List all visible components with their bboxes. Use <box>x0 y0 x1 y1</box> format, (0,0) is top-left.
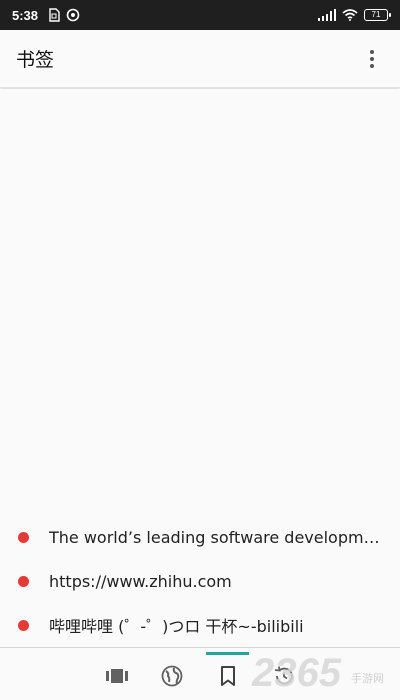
app-bar: 书签 <box>0 30 400 88</box>
bookmark-title: The world’s leading software developm… <box>49 527 380 547</box>
bookmark-icon[interactable] <box>216 664 240 688</box>
sync-icon <box>66 8 80 22</box>
bookmark-title: https://www.zhihu.com <box>49 571 232 591</box>
bookmark-dot <box>18 619 29 631</box>
battery-level: 71 <box>371 10 381 19</box>
bookmark-title: 哔哩哔哩 (゜-゜)つロ 干杯~-bilibili <box>49 617 304 636</box>
status-bar: 5:38 71 <box>0 0 400 30</box>
wifi-icon <box>342 9 358 21</box>
bookmark-item[interactable]: 哔哩哔哩 (゜-゜)つロ 干杯~-bilibili <box>0 603 400 647</box>
globe-icon[interactable] <box>160 664 184 688</box>
bookmark-dot <box>18 575 29 587</box>
sim-card-icon <box>49 8 60 22</box>
page-title: 书签 <box>16 49 55 71</box>
battery-icon: 71 <box>364 9 391 21</box>
status-system-icons: 71 <box>318 9 391 21</box>
signal-icon <box>318 9 336 21</box>
bookmark-list: The world’s leading software developm… h… <box>0 515 400 647</box>
status-notification-icons <box>48 8 80 22</box>
bottom-nav <box>0 647 400 700</box>
tabs-icon[interactable] <box>105 664 129 688</box>
bookmark-dot <box>18 531 29 543</box>
history-icon[interactable] <box>272 664 296 688</box>
more-vert-icon[interactable] <box>360 47 384 71</box>
status-time: 5:38 <box>12 7 39 23</box>
bookmark-content: The world’s leading software developm… h… <box>0 89 400 647</box>
bookmark-item[interactable]: https://www.zhihu.com <box>0 559 400 603</box>
active-tab-indicator <box>206 652 249 655</box>
bookmark-item[interactable]: The world’s leading software developm… <box>0 515 400 559</box>
